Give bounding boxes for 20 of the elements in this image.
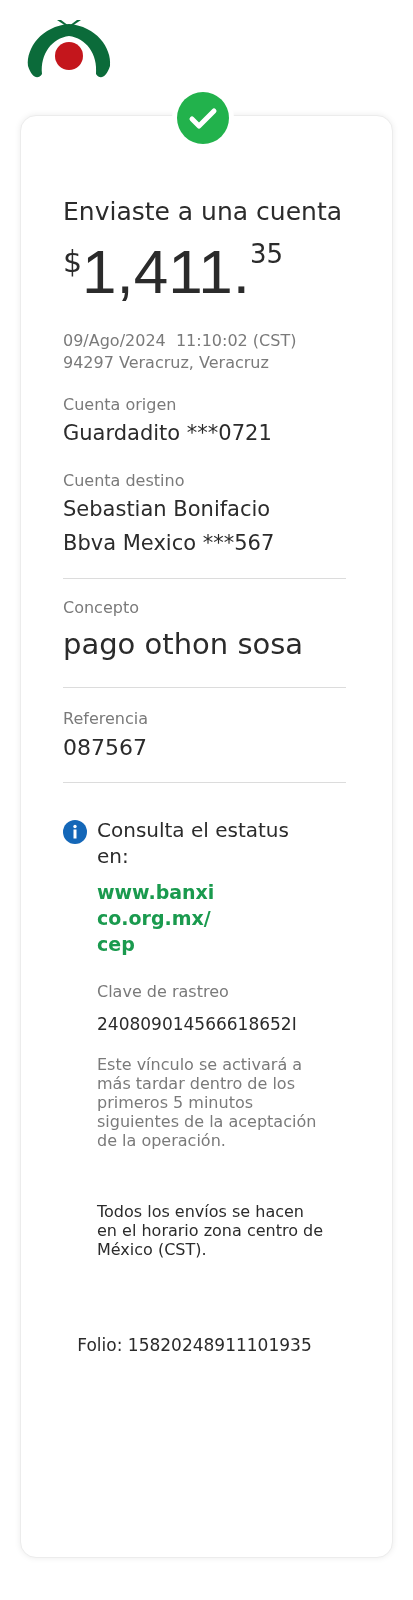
field-label: Cuenta origen: [63, 394, 178, 416]
title: Enviaste a una cuenta: [63, 196, 344, 228]
field-label: Concepto: [63, 597, 140, 619]
status-link[interactable]: www.banxico.org.mx/cep: [97, 879, 222, 957]
field-value: 087567: [63, 734, 148, 762]
field-label: Cuenta destino: [63, 470, 186, 492]
folio: Folio: 15820248911101935: [77, 1334, 312, 1356]
timezone-note: Todos los envíos se hacen en el horario zona centro de México (CST).: [97, 1202, 325, 1259]
field-value: pago othon sosa: [63, 626, 305, 663]
field-value: Guardadito ***0721: [63, 420, 273, 447]
location: 94297 Veracruz, Veracruz: [63, 352, 270, 374]
info-icon: [63, 820, 87, 844]
activation-note: Este vínculo se activará a más tardar dentro de los primeros 5 minutos siguientes de la aceptación de la operación.: [97, 1055, 318, 1150]
status-text: Consulta el estatus en:: [97, 817, 290, 869]
tracking-key: 240809014566618652I: [97, 1013, 327, 1035]
field-value: Bbva Mexico ***567: [63, 530, 276, 557]
field-value: Sebastian Bonifacio: [63, 496, 272, 523]
transaction-datetime: 09/Ago/2024 11:10:02 (CST): [63, 330, 298, 352]
field-label: Clave de rastreo: [97, 981, 230, 1003]
field-label: Referencia: [63, 708, 149, 730]
